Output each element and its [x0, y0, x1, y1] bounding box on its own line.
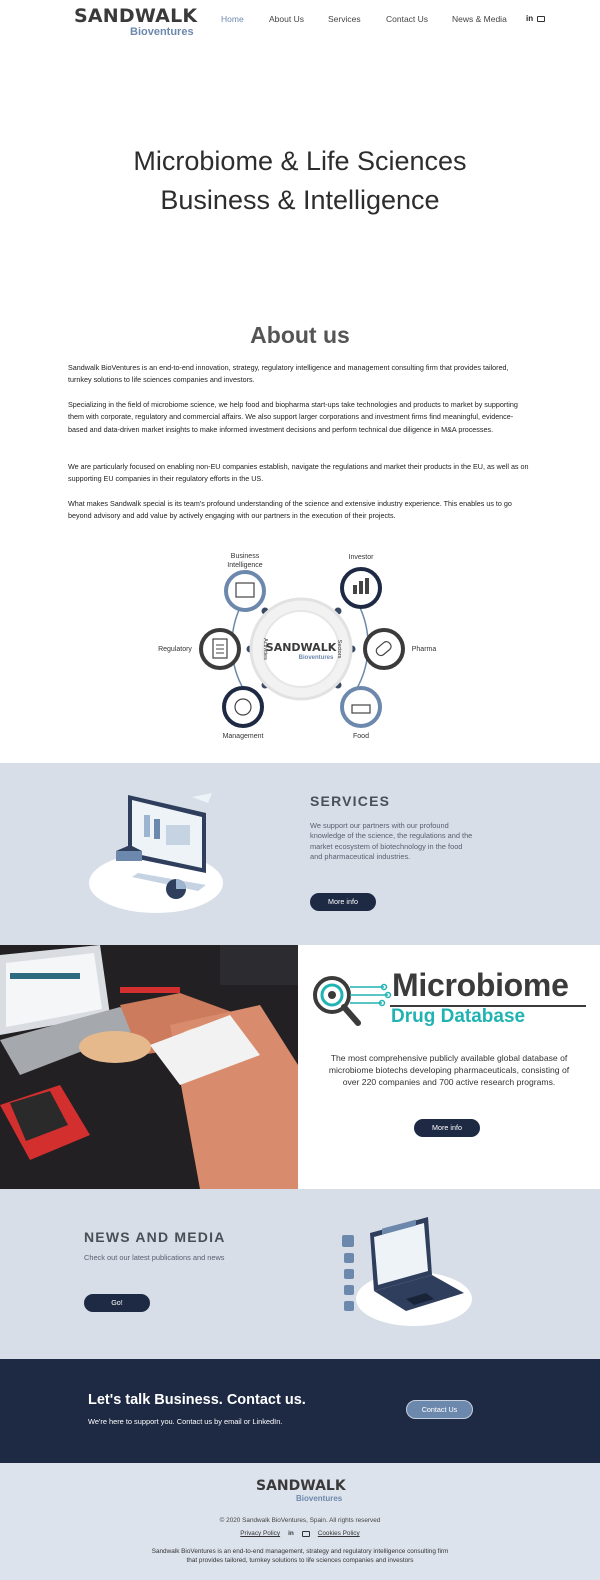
footer-logo-sub: Bioventures [296, 1494, 343, 1503]
label-pharma: Pharma [412, 646, 437, 653]
site-footer: SANDWALK Bioventures © 2020 Sandwalk Bio… [0, 1463, 600, 1580]
footer-links: Privacy Policy in Cookies Policy [0, 1530, 600, 1537]
footer-copyright: © 2020 Sandwalk BioVentures, Spain. All … [219, 1517, 381, 1524]
nav-news-media[interactable]: News & Media [452, 14, 507, 24]
about-paragraph-3: We are particularly focused on enabling … [68, 462, 529, 484]
nav-home[interactable]: Home [221, 14, 244, 24]
label-business-line1: Business [231, 553, 260, 560]
node-regulatory: Regulatory [158, 628, 241, 670]
hero-line-1: Microbiome & Life Sciences [133, 146, 467, 176]
hero-title: Microbiome & Life Sciences Business & In… [0, 142, 600, 220]
office-photo [0, 945, 298, 1189]
center-logo-main: SANDWALK [266, 641, 337, 654]
services-more-info-button[interactable]: More info [310, 893, 376, 911]
magnifier-network-icon [313, 976, 392, 1026]
label-management: Management [223, 733, 264, 740]
nav-services[interactable]: Services [328, 14, 361, 24]
label-investor: Investor [349, 554, 375, 561]
about-paragraph-4: What makes Sandwalk special is its team'… [68, 499, 512, 521]
microbiome-more-info-button[interactable]: More info [414, 1119, 480, 1137]
center-logo-sub: Bioventures [299, 655, 334, 661]
privacy-policy-link[interactable]: Privacy Policy [240, 1530, 280, 1537]
photo-laptop-hands [0, 945, 298, 1189]
microbiome-database-panel: Microbiome Drug Database The most compre… [298, 945, 600, 1189]
contact-text: We're here to support you. Contact us by… [88, 1417, 283, 1426]
contact-banner: Let's talk Business. Contact us. We're h… [0, 1359, 600, 1463]
node-investor: Investor [340, 554, 382, 609]
node-business-intelligence: Business Intelligence [224, 553, 266, 612]
footer-description: Sandwalk BioVentures is an end-to-end ma… [151, 1548, 449, 1564]
news-go-button[interactable]: Go! [84, 1294, 150, 1312]
mail-icon[interactable] [537, 15, 546, 22]
node-management: Management [222, 686, 264, 740]
bar-chart-icon [353, 585, 357, 594]
logo-main-text: SANDWALK [74, 5, 198, 27]
sectors-label: Sectors [336, 640, 342, 659]
about-heading: About us [250, 322, 350, 348]
node-pharma: Pharma [363, 628, 437, 670]
hero-line-2: Business & Intelligence [160, 185, 440, 215]
linkedin-icon[interactable]: in [526, 14, 533, 23]
label-regulatory: Regulatory [158, 646, 192, 653]
contact-heading: Let's talk Business. Contact us. [88, 1392, 306, 1408]
microbiome-description: The most comprehensive publicly availabl… [328, 1053, 570, 1088]
social-links: in [526, 14, 546, 23]
mail-icon[interactable] [301, 1530, 310, 1537]
computer-illustration [89, 793, 223, 913]
nav-about-us[interactable]: About Us [269, 14, 304, 24]
footer-logo[interactable]: SANDWALK Bioventures [256, 1478, 346, 1504]
services-heading: SERVICES [310, 793, 391, 809]
activities-sectors-diagram: SANDWALK Bioventures Activities Sectors … [158, 553, 437, 740]
news-heading: NEWS AND MEDIA [84, 1229, 226, 1245]
services-section: SERVICES We support our partners with ou… [0, 763, 600, 945]
logo[interactable]: SANDWALK Bioventures [74, 5, 198, 38]
services-text: We support our partners with our profoun… [310, 821, 473, 862]
nav-contact-us[interactable]: Contact Us [386, 14, 428, 24]
news-section: NEWS AND MEDIA Check out our latest publ… [0, 1189, 600, 1359]
cookies-policy-link[interactable]: Cookies Policy [318, 1530, 360, 1537]
label-food: Food [353, 733, 369, 740]
drug-database-subtitle: Drug Database [391, 1006, 526, 1027]
news-text: Check out our latest publications and ne… [84, 1253, 225, 1262]
microbiome-title: Microbiome [392, 967, 569, 1003]
site-header: SANDWALK Bioventures Home About Us Servi… [0, 0, 600, 40]
about-paragraph-2: Specializing in the field of microbiome … [68, 400, 518, 434]
footer-logo-main: SANDWALK [256, 1478, 346, 1494]
activities-label: Activities [262, 638, 268, 660]
logo-sub-text: Bioventures [130, 26, 194, 38]
label-business-line2: Intelligence [227, 562, 263, 569]
node-food: Food [340, 686, 382, 740]
about-paragraph-1: Sandwalk BioVentures is an end-to-end in… [68, 363, 509, 385]
laptop-illustration [342, 1217, 472, 1326]
linkedin-icon[interactable]: in [288, 1530, 294, 1537]
contact-us-button[interactable]: Contact Us [406, 1400, 473, 1419]
